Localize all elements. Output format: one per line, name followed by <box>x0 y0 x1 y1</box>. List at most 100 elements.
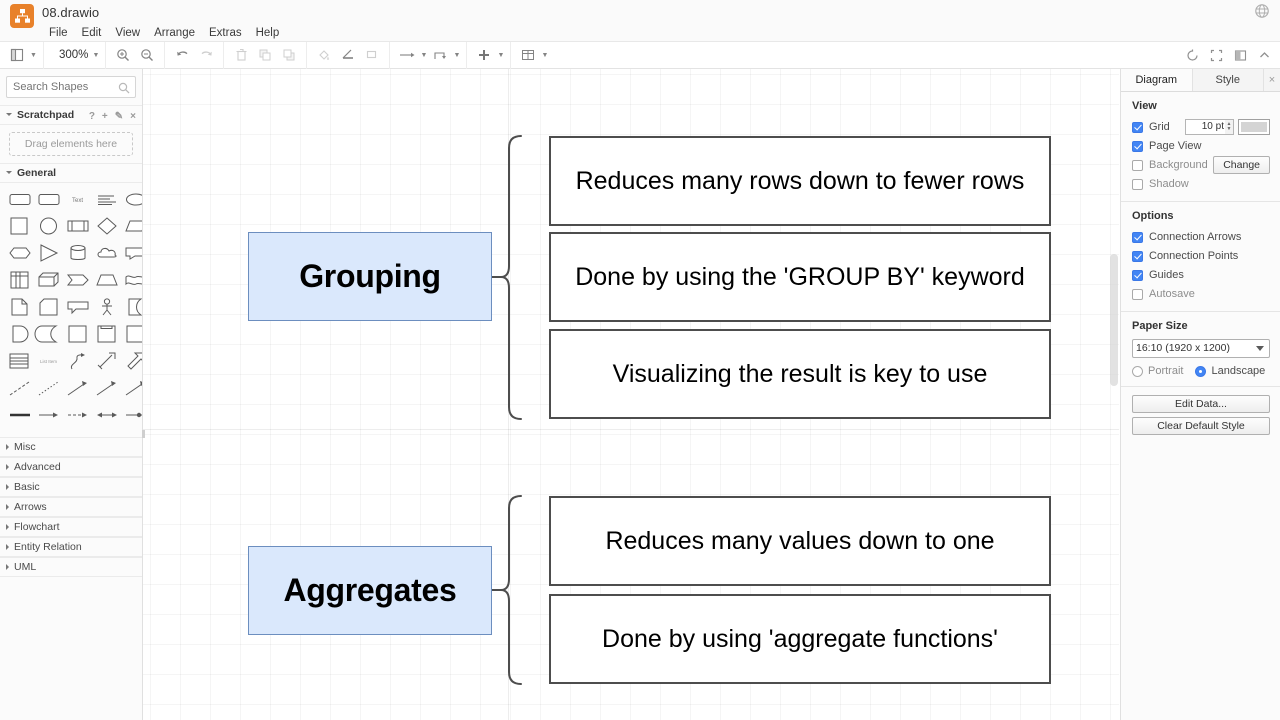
shape-square[interactable] <box>8 216 31 236</box>
search-box[interactable] <box>6 76 136 98</box>
shape-internal-storage[interactable] <box>37 297 60 317</box>
scratchpad-add-icon[interactable]: + <box>102 111 108 122</box>
clear-default-style-button[interactable]: Clear Default Style <box>1132 417 1270 435</box>
fill-color-icon[interactable] <box>312 44 336 66</box>
shape-diamond[interactable] <box>95 216 118 236</box>
fullscreen-icon[interactable] <box>1204 45 1228 67</box>
shape-line-arrow[interactable] <box>37 405 60 425</box>
shape-speech-bubble[interactable] <box>66 297 89 317</box>
shape-half-circle[interactable] <box>8 324 31 344</box>
shape-box[interactable] <box>66 324 89 344</box>
node-grouping-item-1[interactable]: Reduces many rows down to fewer rows <box>549 136 1051 226</box>
node-grouping-item-3[interactable]: Visualizing the result is key to use <box>549 329 1051 419</box>
shape-bidirectional-connector[interactable] <box>124 405 142 425</box>
page-view-checkbox[interactable] <box>1132 140 1143 152</box>
grid-color-swatch[interactable] <box>1238 119 1270 135</box>
page-view-caret[interactable]: ▼ <box>29 44 38 66</box>
waypoints-icon[interactable] <box>428 44 452 66</box>
search-icon[interactable] <box>118 81 130 94</box>
menu-extras[interactable]: Extras <box>202 26 249 40</box>
menu-help[interactable]: Help <box>249 26 287 40</box>
edit-data-button[interactable]: Edit Data... <box>1132 395 1270 413</box>
shape-rounded-rectangle[interactable] <box>8 189 31 209</box>
menu-file[interactable]: File <box>42 26 75 40</box>
shape-block-arrow[interactable] <box>124 351 142 371</box>
connection-icon[interactable] <box>395 44 419 66</box>
shape-textbox[interactable] <box>95 189 118 209</box>
menu-edit[interactable]: Edit <box>75 26 109 40</box>
grid-size-stepper[interactable]: ▲ ▼ <box>1225 119 1234 135</box>
shape-callout[interactable] <box>124 243 142 263</box>
globe-icon[interactable] <box>1254 3 1270 19</box>
shape-tape[interactable] <box>124 270 142 290</box>
shape-solid-line[interactable] <box>8 405 31 425</box>
to-back-icon[interactable] <box>277 44 301 66</box>
shape-container[interactable] <box>124 324 142 344</box>
scratchpad-edit-icon[interactable]: ✎ <box>115 111 123 122</box>
outline-icon[interactable] <box>1228 45 1252 67</box>
portrait-radio[interactable] <box>1132 365 1143 377</box>
landscape-radio[interactable] <box>1195 365 1207 377</box>
connection-points-checkbox[interactable] <box>1132 250 1143 262</box>
grid-checkbox[interactable] <box>1132 121 1143 133</box>
shape-cloud[interactable] <box>95 243 118 263</box>
undo-icon[interactable] <box>170 44 194 66</box>
insert-icon[interactable] <box>472 44 496 66</box>
canvas-vertical-scrollbar[interactable] <box>1110 254 1118 386</box>
zoom-caret[interactable]: ▼ <box>91 44 100 66</box>
node-aggregates-item-1[interactable]: Reduces many values down to one <box>549 496 1051 586</box>
shape-thick-arrow[interactable] <box>95 351 118 371</box>
shape-curved-arrow[interactable] <box>66 351 89 371</box>
format-panel-icon[interactable] <box>1180 45 1204 67</box>
line-color-icon[interactable] <box>336 44 360 66</box>
node-grouping[interactable]: Grouping <box>248 232 492 321</box>
shape-cube[interactable] <box>37 270 60 290</box>
scratchpad-dropzone[interactable]: Drag elements here <box>9 132 133 156</box>
shape-double-arrow[interactable] <box>95 405 118 425</box>
shadow-icon[interactable] <box>360 44 384 66</box>
grid-size-input[interactable]: 10 pt <box>1185 119 1227 135</box>
shape-titled-box[interactable] <box>95 324 118 344</box>
to-front-icon[interactable] <box>253 44 277 66</box>
shape-arrow-line[interactable] <box>66 378 89 398</box>
shape-dotted-line[interactable] <box>37 378 60 398</box>
zoom-out-icon[interactable] <box>135 44 159 66</box>
shape-triangle[interactable] <box>37 243 60 263</box>
tab-diagram[interactable]: Diagram <box>1121 69 1193 91</box>
shape-delay[interactable] <box>34 324 60 344</box>
background-change-button[interactable]: Change <box>1213 156 1270 174</box>
section-header-general[interactable]: General <box>0 163 142 183</box>
zoom-level-label[interactable]: 300% <box>49 49 91 61</box>
sidebar-item-arrows[interactable]: Arrows <box>0 497 142 517</box>
page-view-icon[interactable] <box>5 44 29 66</box>
node-aggregates[interactable]: Aggregates <box>248 546 492 635</box>
sidebar-item-entity-relation[interactable]: Entity Relation <box>0 537 142 557</box>
waypoints-caret[interactable]: ▼ <box>452 44 461 66</box>
table-icon[interactable] <box>516 44 540 66</box>
insert-caret[interactable]: ▼ <box>496 44 505 66</box>
menu-arrange[interactable]: Arrange <box>147 26 202 40</box>
shape-text[interactable]: Text <box>66 189 89 209</box>
guides-checkbox[interactable] <box>1132 269 1143 281</box>
node-aggregates-item-2[interactable]: Done by using 'aggregate functions' <box>549 594 1051 684</box>
shape-document[interactable] <box>8 297 31 317</box>
connection-arrows-checkbox[interactable] <box>1132 231 1143 243</box>
shape-arrow-line-2[interactable] <box>95 378 118 398</box>
shape-moon[interactable] <box>124 297 142 317</box>
shape-parallelogram[interactable] <box>124 216 142 236</box>
redo-icon[interactable] <box>194 44 218 66</box>
shape-list-item[interactable]: List Item <box>37 351 60 371</box>
shadow-checkbox[interactable] <box>1132 178 1143 190</box>
scratchpad-help-icon[interactable]: ? <box>89 111 95 122</box>
menu-view[interactable]: View <box>108 26 147 40</box>
shape-circle[interactable] <box>37 216 60 236</box>
shape-table[interactable] <box>8 270 31 290</box>
table-caret[interactable]: ▼ <box>540 44 549 66</box>
shape-actor[interactable] <box>95 297 118 317</box>
diagram-canvas[interactable]: Grouping Reduces many rows down to fewer… <box>143 69 1119 720</box>
connection-caret[interactable]: ▼ <box>419 44 428 66</box>
background-checkbox[interactable] <box>1132 159 1143 171</box>
zoom-in-icon[interactable] <box>111 44 135 66</box>
shape-cylinder[interactable] <box>66 243 89 263</box>
node-grouping-item-2[interactable]: Done by using the 'GROUP BY' keyword <box>549 232 1051 322</box>
